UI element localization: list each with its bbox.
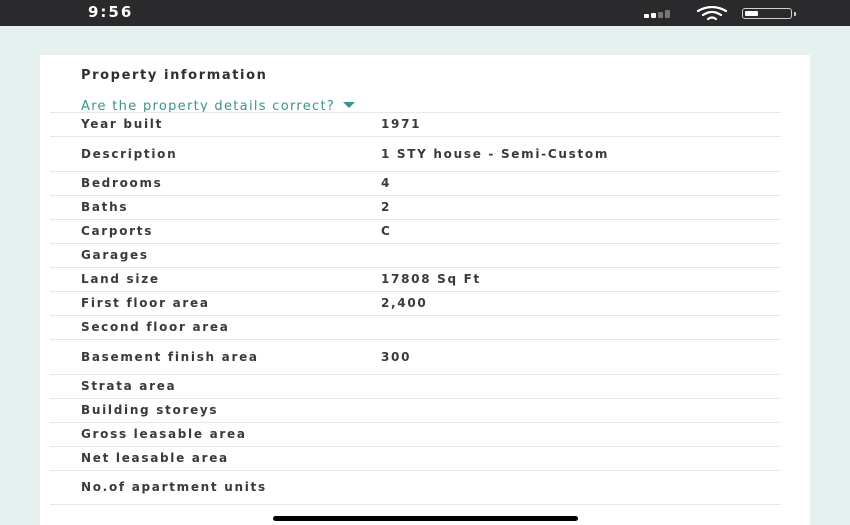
row-label: Second floor area (81, 320, 230, 334)
row-value: 1 STY house - Semi-Custom (381, 146, 610, 161)
battery-icon (742, 8, 796, 19)
row-label: Year built (81, 117, 164, 131)
table-row: Building storeys (50, 398, 781, 422)
caret-down-icon (343, 102, 356, 108)
table-row: Baths 2 (50, 195, 781, 219)
row-label: Gross leasable area (81, 427, 247, 441)
row-label: Strata area (81, 379, 177, 393)
row-label: Basement finish area (81, 349, 259, 364)
row-value: 2 (381, 200, 392, 214)
table-row: Basement finish area 300 (50, 339, 781, 374)
row-label: Carports (81, 224, 154, 238)
wifi-icon (696, 6, 728, 21)
table-row: Year built 1971 (50, 112, 781, 136)
section-title: Property information (81, 68, 268, 83)
row-label: Building storeys (81, 403, 219, 417)
property-details-table: Year built 1971 Description 1 STY house … (50, 112, 781, 505)
row-label: No.of apartment units (81, 480, 267, 494)
status-time: 9:56 (88, 3, 134, 21)
table-row: Land size 17808 Sq Ft (50, 267, 781, 291)
row-value: 2,400 (381, 296, 428, 310)
table-row: Carports C (50, 219, 781, 243)
row-label: Baths (81, 200, 129, 214)
row-label: Description (81, 146, 178, 161)
home-indicator[interactable] (273, 516, 578, 521)
row-label: Bedrooms (81, 176, 163, 190)
property-information-card: Property information Are the property de… (40, 55, 810, 525)
row-value: 4 (381, 176, 392, 190)
row-label: Land size (81, 272, 160, 286)
status-bar: 9:56 (0, 0, 850, 26)
cellular-signal-icon (644, 10, 684, 18)
row-value: 17808 Sq Ft (381, 272, 481, 286)
row-value: C (381, 224, 392, 238)
table-row: First floor area 2,400 (50, 291, 781, 315)
row-label: First floor area (81, 296, 210, 310)
table-row: No.of apartment units (50, 470, 781, 505)
table-row: Strata area (50, 374, 781, 398)
row-value: 1971 (381, 117, 422, 131)
row-label: Garages (81, 248, 149, 262)
table-row: Net leasable area (50, 446, 781, 470)
table-row: Second floor area (50, 315, 781, 339)
row-value: 300 (381, 349, 412, 364)
table-row: Gross leasable area (50, 422, 781, 446)
table-row: Bedrooms 4 (50, 171, 781, 195)
table-row: Garages (50, 243, 781, 267)
row-label: Net leasable area (81, 451, 229, 465)
table-row: Description 1 STY house - Semi-Custom (50, 136, 781, 171)
